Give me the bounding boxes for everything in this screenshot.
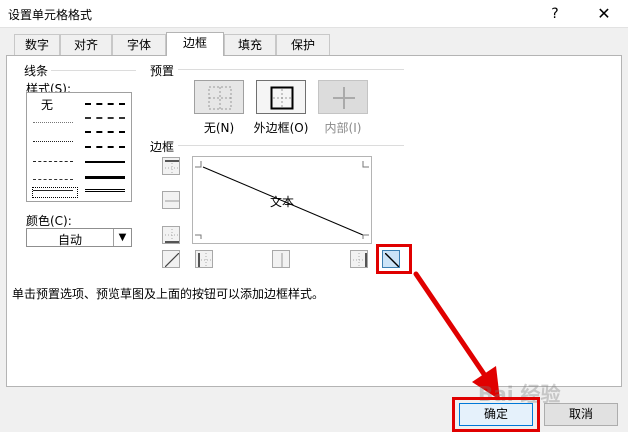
border-inside-vertical-button[interactable] [272,250,290,268]
border-inside-horizontal-icon [165,200,179,202]
border-left-button[interactable] [195,250,213,268]
close-button[interactable]: ✕ [591,3,617,25]
line-style-medium-dash-dot-dot[interactable] [85,103,125,105]
line-style-dotted[interactable] [33,141,73,142]
line-style-dash-dot-dot[interactable] [33,161,73,162]
presets-divider [178,69,404,70]
line-style-slant-dash-dot[interactable] [85,117,125,119]
preset-outline-icon [270,86,294,110]
line-style-list[interactable]: 无 [26,92,132,202]
line-style-thick-solid[interactable] [85,176,125,179]
line-style-dash-dot[interactable] [33,179,73,180]
border-bottom-icon [165,229,179,243]
diagonal-up-icon [165,253,179,267]
presets-group-label: 预置 [150,62,178,79]
title-bar [0,0,628,28]
border-top-button[interactable] [162,157,180,175]
preset-inside-label: 内部(I) [324,121,362,135]
line-style-double[interactable] [85,189,125,192]
color-select-value: 自动 [57,233,82,247]
chevron-down-icon[interactable]: ▼ [113,229,131,246]
line-style-medium-dashed[interactable] [85,146,125,148]
preset-none-icon [208,86,232,110]
help-button[interactable]: ? [544,3,566,25]
border-left-icon [198,253,212,267]
preset-outline-button[interactable] [256,80,306,114]
cancel-button[interactable]: 取消 [544,403,618,426]
border-group-label: 边框 [150,138,178,155]
line-style-hair[interactable] [33,122,73,123]
border-bottom-button[interactable] [162,226,180,244]
border-diagonal-up-button[interactable] [162,250,180,268]
border-inside-vertical-icon [281,253,283,267]
color-select[interactable]: 自动 ▼ [26,228,132,247]
line-style-none[interactable]: 无 [41,96,53,113]
preset-none-button[interactable] [194,80,244,114]
border-right-button[interactable] [350,250,368,268]
preset-outline-label: 外边框(O) [253,121,309,135]
line-style-selected-frame [32,187,78,198]
tab-font[interactable]: 字体 [112,34,166,55]
color-label: 颜色(C): [26,214,72,228]
line-group-label: 线条 [24,62,52,79]
ok-button-highlight [452,397,540,432]
border-inside-horizontal-button[interactable] [162,191,180,209]
tab-alignment[interactable]: 对齐 [60,34,112,55]
preset-inside-icon [332,86,356,110]
preset-inside-button[interactable] [318,80,368,114]
tab-border[interactable]: 边框 [166,32,224,56]
dialog-title: 设置单元格格式 [8,8,93,22]
preset-none-label: 无(N) [203,121,235,135]
border-right-icon [353,253,367,267]
tab-number[interactable]: 数字 [14,34,60,55]
border-top-icon [165,160,179,174]
line-style-medium-dash-dot[interactable] [85,131,125,133]
tab-protection[interactable]: 保护 [276,34,330,55]
tab-fill[interactable]: 填充 [224,34,276,55]
border-divider [178,145,404,146]
preview-text: 文本 [270,195,295,209]
line-style-medium-solid[interactable] [85,161,125,163]
hint-text: 单击预置选项、预览草图及上面的按钮可以添加边框样式。 [12,287,325,301]
